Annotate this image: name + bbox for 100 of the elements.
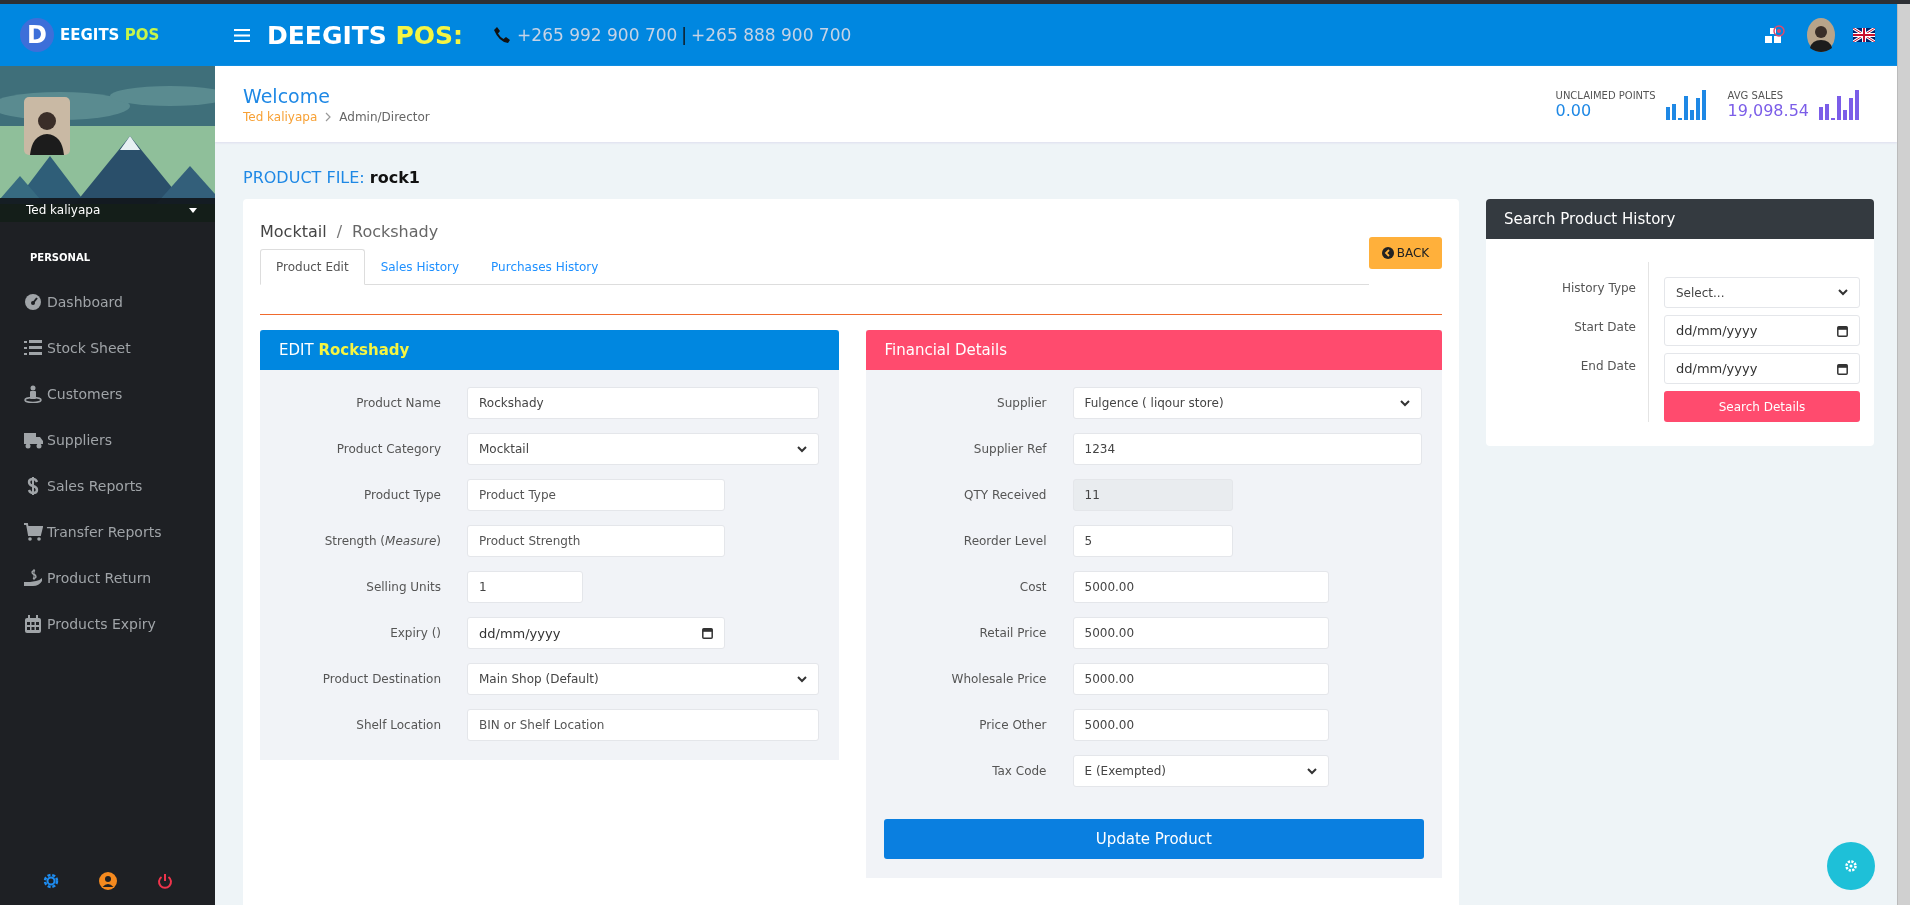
field-label: Product Destination [321, 672, 441, 686]
breadcrumb-item: Rockshady [352, 222, 439, 241]
field-label: Wholesale Price [950, 672, 1047, 686]
input-field[interactable]: BIN or Shelf Location [467, 709, 819, 741]
nav-item[interactable]: Dashboard [0, 279, 215, 325]
nav-item[interactable]: Sales Reports [0, 463, 215, 509]
field-label: Retail Price [978, 626, 1047, 640]
select-field[interactable]: Mocktail [467, 433, 819, 465]
chevron-down-icon [796, 445, 807, 453]
calendar-icon[interactable] [702, 627, 714, 639]
nav-item[interactable]: Stock Sheet [0, 325, 215, 371]
stat-label: UNCLAIMED POINTS [1555, 89, 1656, 101]
input-field[interactable]: 1234 [1072, 433, 1422, 465]
phone-icon [493, 26, 512, 44]
flag-icon[interactable] [1853, 28, 1875, 42]
back-button[interactable]: BACK [1369, 237, 1442, 269]
breadcrumb-item: Admin/Director [339, 109, 430, 124]
power-icon[interactable] [157, 873, 174, 889]
panel-title: EDIT Rockshady [260, 330, 839, 370]
nav-item[interactable]: Suppliers [0, 417, 215, 463]
field-label: Reorder Level [962, 534, 1047, 548]
calendar-icon [24, 615, 43, 633]
nav-item[interactable]: Customers [0, 371, 215, 417]
field-label: Start Date [1574, 319, 1636, 336]
panel-title: Financial Details [865, 330, 1442, 370]
chevron-right-icon [325, 111, 332, 122]
hand-coin-icon [24, 569, 43, 587]
field-label: Product Type [363, 488, 441, 502]
stat-value: 19,098.54 [1727, 100, 1809, 120]
chevron-down-icon [1838, 289, 1848, 296]
settings-icon[interactable] [41, 872, 60, 890]
boxes-icon[interactable] [1763, 25, 1785, 45]
field-label: Cost [1018, 580, 1047, 594]
input-field[interactable]: 5000.00 [1072, 571, 1330, 603]
field-label: QTY Received [962, 488, 1047, 502]
avatar [24, 97, 70, 155]
nav-item[interactable]: Transfer Reports [0, 509, 215, 555]
field-label: Expiry () [389, 626, 441, 640]
field-label: Product Category [335, 442, 441, 456]
menu-icon[interactable] [234, 28, 250, 42]
chevron-down-icon [796, 675, 807, 683]
field-label: Shelf Location [355, 718, 441, 732]
tab[interactable]: Product Edit [260, 249, 365, 285]
field-label: Supplier [996, 396, 1047, 410]
avatar[interactable] [1807, 18, 1835, 52]
section-heading: PERSONAL [29, 252, 92, 263]
update-button[interactable]: Update Product [883, 819, 1424, 859]
mini-bar-chart [1665, 88, 1706, 120]
select-field[interactable]: Main Shop (Default) [467, 663, 819, 695]
circle-chevron-left-icon [1381, 247, 1394, 259]
field-label: Selling Units [365, 580, 441, 594]
brand-name: EEGITS POS [60, 26, 160, 44]
select-field[interactable]: Select... [1664, 277, 1860, 308]
input-field[interactable]: Product Strength [467, 525, 726, 557]
input-field[interactable]: 5000.00 [1072, 617, 1330, 649]
gauge-icon [24, 293, 43, 311]
date-field[interactable]: dd/mm/yyyy [467, 617, 726, 649]
panel-title: Search Product History [1486, 199, 1874, 239]
page-title-label: PRODUCT FILE: [243, 168, 365, 187]
logo-badge: D [20, 18, 54, 52]
mini-bar-chart [1819, 88, 1859, 120]
person-icon [24, 385, 43, 403]
field-label: Price Other [978, 718, 1047, 732]
app-title: DEEGITS POS: [267, 20, 464, 50]
calendar-icon[interactable] [1837, 363, 1848, 375]
caret-icon [189, 207, 197, 213]
list-icon [24, 339, 43, 357]
select-field[interactable]: Fulgence ( liqour store) [1072, 387, 1422, 419]
input-field[interactable]: 5 [1072, 525, 1234, 557]
breadcrumb-item[interactable]: Mocktail [260, 222, 327, 241]
input-field[interactable]: 1 [467, 571, 583, 603]
truck-icon [24, 431, 43, 449]
phone-number: +265 888 900 700 [691, 25, 852, 45]
separator: | [681, 25, 688, 45]
cart-icon [24, 523, 43, 541]
calendar-icon[interactable] [1837, 325, 1848, 337]
input-field[interactable]: Product Type [467, 479, 726, 511]
stat-value: 0.00 [1555, 100, 1593, 120]
nav-item[interactable]: Products Expiry [0, 601, 215, 647]
field-label: End Date [1580, 358, 1636, 375]
input-field[interactable]: 5000.00 [1072, 709, 1330, 741]
breadcrumb-separator: / [336, 222, 342, 241]
phone-number: +265 992 900 700 [517, 25, 678, 45]
stat-label: AVG SALES [1727, 89, 1785, 101]
page-title-value: rock1 [369, 168, 420, 187]
select-field[interactable]: E (Exempted) [1072, 755, 1330, 787]
input-field[interactable]: 5000.00 [1072, 663, 1330, 695]
input-field[interactable]: Rockshady [467, 387, 819, 419]
date-field[interactable]: dd/mm/yyyy [1664, 353, 1860, 384]
field-label: Strength (Measure) [323, 534, 441, 548]
field-label: Supplier Ref [972, 442, 1047, 456]
scrollbar[interactable] [1897, 4, 1910, 905]
chevron-down-icon [1400, 399, 1410, 407]
nav-item[interactable]: Product Return [0, 555, 215, 601]
field-label: History Type [1561, 280, 1636, 297]
date-field[interactable]: dd/mm/yyyy [1664, 315, 1860, 346]
user-icon[interactable] [99, 872, 118, 890]
field-label: Product Name [355, 396, 441, 410]
chevron-down-icon [1307, 767, 1318, 775]
page-heading: Welcome [243, 84, 331, 107]
